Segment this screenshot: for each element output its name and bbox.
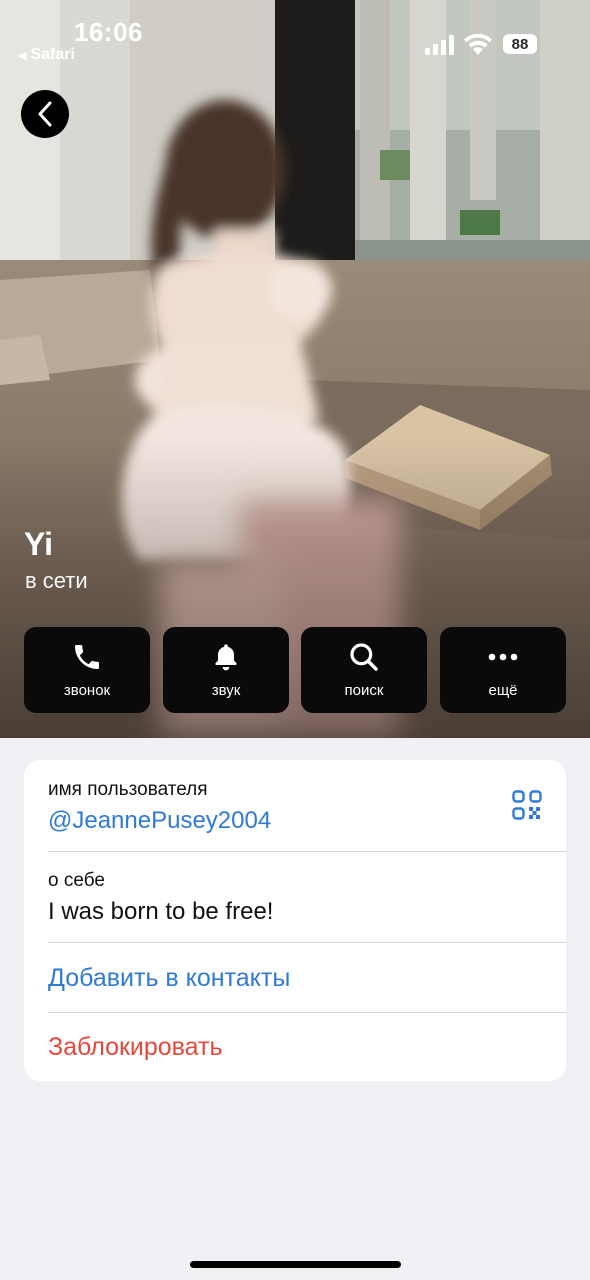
about-row: о себе I was born to be free!	[48, 852, 566, 942]
back-app-label: Safari	[30, 46, 75, 63]
profile-actions: звонок звук поиск ещё	[24, 627, 566, 713]
signal-icon	[425, 34, 454, 55]
username-label: имя пользователя	[48, 779, 208, 800]
search-button[interactable]: поиск	[301, 627, 427, 713]
username-row[interactable]: имя пользователя @JeannePusey2004	[48, 760, 566, 851]
about-label: о себе	[48, 870, 105, 891]
username-value[interactable]: @JeannePusey2004	[48, 807, 271, 835]
back-to-app-link[interactable]: ◀ Safari	[18, 46, 75, 64]
home-indicator[interactable]	[190, 1261, 401, 1268]
sound-button-label: звук	[211, 682, 241, 699]
search-icon	[350, 643, 378, 671]
wifi-icon	[464, 34, 492, 55]
more-button-label: ещё	[488, 682, 518, 699]
block-row[interactable]: Заблокировать	[48, 1013, 566, 1081]
chevron-left-icon	[38, 101, 52, 127]
more-button[interactable]: ещё	[440, 627, 566, 713]
block-button[interactable]: Заблокировать	[48, 1033, 223, 1062]
call-button[interactable]: звонок	[24, 627, 150, 713]
call-button-label: звонок	[63, 682, 111, 699]
status-icons	[425, 34, 492, 55]
profile-name: Yi	[24, 526, 54, 562]
add-contact-button[interactable]: Добавить в контакты	[48, 964, 290, 993]
back-button[interactable]	[21, 90, 69, 138]
search-button-label: поиск	[344, 682, 384, 699]
profile-online-status: в сети	[25, 568, 88, 593]
add-contact-row[interactable]: Добавить в контакты	[48, 943, 566, 1012]
more-icon	[488, 653, 518, 661]
battery-icon: 88	[503, 34, 537, 54]
bell-icon	[215, 644, 237, 671]
sound-button[interactable]: звук	[163, 627, 289, 713]
qr-code-icon[interactable]	[512, 790, 542, 820]
about-value: I was born to be free!	[48, 898, 274, 925]
back-triangle-icon: ◀	[18, 49, 27, 62]
status-time: 16:06	[74, 17, 143, 47]
profile-photo-area: 16:06 ◀ Safari 88 Yi в сети звонок звук …	[0, 0, 590, 738]
phone-icon	[75, 645, 99, 669]
profile-info-card: имя пользователя @JeannePusey2004 о себе…	[24, 760, 566, 1081]
